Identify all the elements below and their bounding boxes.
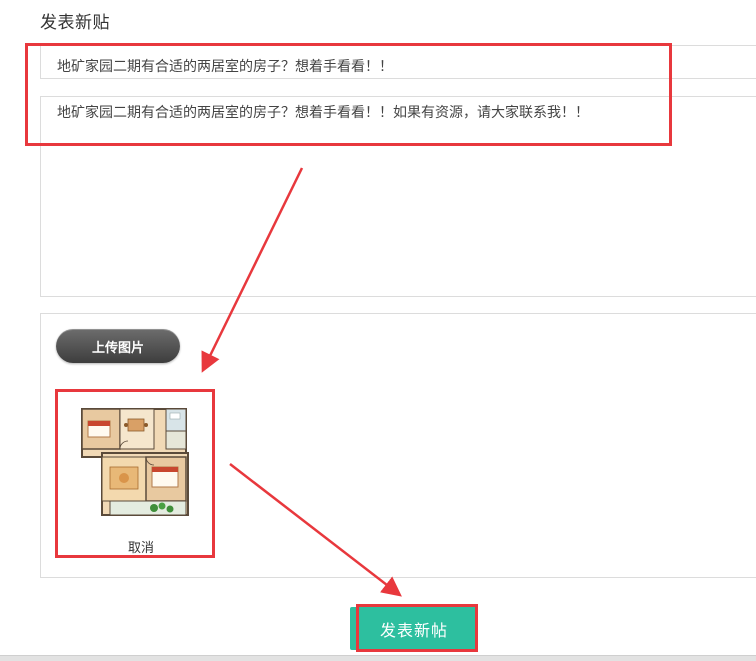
floor-plan-image-icon bbox=[81, 408, 189, 516]
upload-image-button[interactable]: 上传图片 bbox=[56, 329, 180, 363]
cancel-image-link[interactable]: 取消 bbox=[56, 537, 226, 556]
post-content-textarea[interactable]: 地矿家园二期有合适的两居室的房子？想着手看看！！如果有资源，请大家联系我！！ bbox=[40, 96, 756, 297]
submit-post-button[interactable]: 发表新帖 bbox=[350, 607, 478, 650]
page-title: 发表新贴 bbox=[40, 13, 110, 33]
post-title-input[interactable]: 地矿家园二期有合适的两居室的房子？想着手看看！！ bbox=[40, 45, 756, 79]
page-bottom-divider bbox=[0, 655, 756, 661]
floor-plan-thumbnail bbox=[78, 405, 203, 523]
